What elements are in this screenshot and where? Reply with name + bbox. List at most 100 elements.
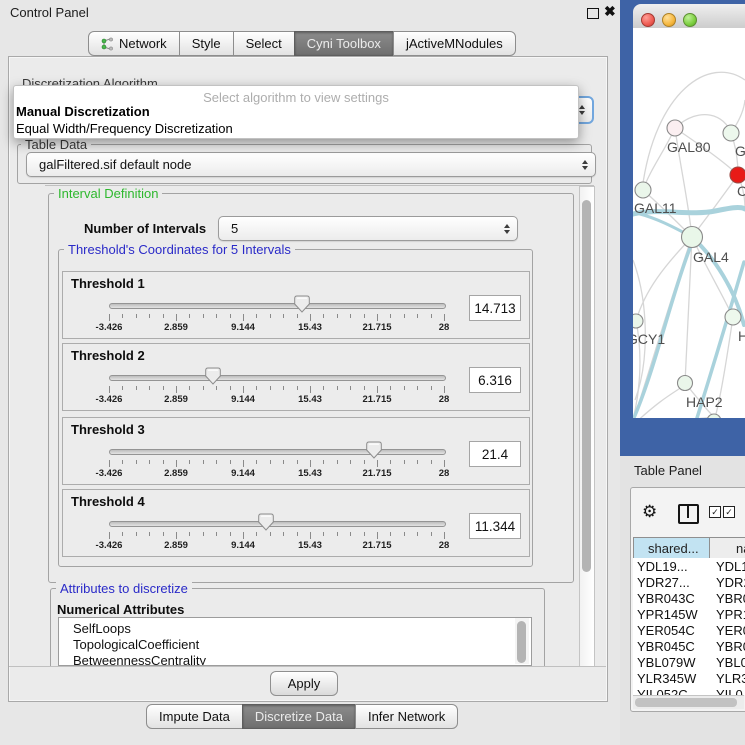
table-scrollbar-thumb[interactable] [635, 698, 737, 707]
table-row[interactable]: YDR27...YDR2 [633, 574, 745, 590]
tick-mark [417, 314, 418, 318]
slider-handle[interactable] [205, 367, 221, 385]
apply-button[interactable]: Apply [270, 671, 338, 696]
tick-mark [404, 460, 405, 464]
table-row[interactable]: YBL079WYBL0 [633, 654, 745, 670]
network-node[interactable] [725, 309, 741, 325]
split-columns-icon[interactable] [678, 504, 699, 524]
tick-mark [337, 532, 338, 536]
table-data-combobox[interactable]: galFiltered.sif default node [26, 152, 596, 177]
tab-jactivemnodules[interactable]: jActiveMNodules [393, 31, 516, 56]
tick-mark [122, 460, 123, 464]
algorithm-option-equal-width-frequency-discretization[interactable]: Equal Width/Frequency Discretization [16, 121, 233, 136]
gear-icon[interactable]: ⚙ [642, 502, 657, 522]
tick-mark [377, 386, 378, 393]
table-horizontal-scrollbar[interactable] [633, 695, 744, 709]
attribute-item-selfloops[interactable]: SelfLoops [73, 621, 131, 636]
tick-mark [364, 460, 365, 464]
attributes-list-scrollbar[interactable] [515, 618, 529, 664]
tick-label: -3.426 [96, 394, 123, 405]
table-row[interactable]: YBR043CYBR0 [633, 590, 745, 606]
settings-scrollbar[interactable] [579, 186, 595, 667]
numerical-attributes-list[interactable]: SelfLoopsTopologicalCoefficientBetweenne… [58, 617, 532, 666]
tab-infer-network[interactable]: Infer Network [355, 704, 458, 729]
algorithm-placeholder-option[interactable]: Select algorithm to view settings [14, 90, 578, 105]
tick-mark [297, 314, 298, 318]
network-node[interactable] [667, 120, 683, 136]
threshold-value-field[interactable]: 14.713 [469, 295, 521, 321]
tab-impute-data[interactable]: Impute Data [146, 704, 243, 729]
tab-cyni-toolbox[interactable]: Cyni Toolbox [294, 31, 394, 56]
algorithm-option-manual-discretization[interactable]: Manual Discretization [16, 104, 150, 119]
tick-mark [230, 314, 231, 318]
tick-mark [122, 386, 123, 390]
table-row[interactable]: YDL19...YDL1 [633, 558, 745, 574]
network-node[interactable] [730, 167, 745, 183]
column-header-2[interactable]: na [709, 537, 745, 559]
settings-scrollbar-thumb[interactable] [582, 200, 591, 572]
network-node[interactable] [678, 376, 693, 391]
tick-mark [431, 386, 432, 390]
attribute-item-betweennesscentrality[interactable]: BetweennessCentrality [73, 653, 206, 666]
table-row[interactable]: YBR045CYBR0 [633, 638, 745, 654]
slider-track[interactable] [109, 303, 446, 309]
application-window: Control Panel ✖ NetworkStyleSelectCyni T… [0, 0, 745, 745]
network-graph[interactable]: GAL80GACGAL11GAL4GCY1HHAP2 [633, 28, 745, 418]
slider-handle[interactable] [294, 295, 310, 313]
threshold-value-field[interactable]: 11.344 [469, 513, 521, 539]
network-node[interactable] [707, 414, 721, 418]
tab-select[interactable]: Select [233, 31, 295, 56]
tab-network[interactable]: Network [88, 31, 180, 56]
zoom-window-icon[interactable] [683, 13, 697, 27]
slider-handle[interactable] [258, 513, 274, 531]
tick-label: -3.426 [96, 468, 123, 479]
slider-handle[interactable] [366, 441, 382, 459]
tick-mark [431, 532, 432, 536]
tab-label: jActiveMNodules [406, 36, 503, 51]
tick-label: 28 [439, 394, 450, 405]
tick-mark [431, 314, 432, 318]
float-window-icon[interactable] [587, 8, 599, 19]
checkbox-icon[interactable]: ✓ [723, 506, 735, 518]
threshold-label: Threshold 4 [71, 494, 145, 509]
tab-style[interactable]: Style [179, 31, 234, 56]
tick-mark [256, 314, 257, 318]
cell-name: YBR0 [716, 639, 745, 654]
tick-mark [163, 386, 164, 390]
minimize-window-icon[interactable] [662, 13, 676, 27]
tick-label: 2.859 [164, 468, 188, 479]
number-of-intervals-combobox[interactable]: 5 [218, 216, 518, 241]
tick-mark [243, 460, 244, 467]
network-icon [101, 37, 114, 51]
network-node[interactable] [633, 314, 643, 328]
tab-discretize-data[interactable]: Discretize Data [242, 704, 356, 729]
tick-mark [243, 386, 244, 393]
threshold-value-field[interactable]: 6.316 [469, 367, 521, 393]
tick-mark [350, 460, 351, 464]
slider-track[interactable] [109, 521, 446, 527]
close-window-icon[interactable] [641, 13, 655, 27]
tick-label: 28 [439, 468, 450, 479]
table-row[interactable]: YIL052CYIL0 [633, 686, 745, 695]
slider-track[interactable] [109, 375, 446, 381]
network-node[interactable] [682, 227, 703, 248]
tick-label: 9.144 [231, 322, 255, 333]
tick-mark [444, 460, 445, 467]
network-node[interactable] [635, 182, 651, 198]
network-node[interactable] [723, 125, 739, 141]
tick-mark [283, 314, 284, 318]
tick-mark [404, 314, 405, 318]
tick-mark [337, 386, 338, 390]
attribute-item-topologicalcoefficient[interactable]: TopologicalCoefficient [73, 637, 199, 652]
tick-mark [163, 460, 164, 464]
close-panel-icon[interactable]: ✖ [604, 3, 616, 20]
attributes-list-scrollbar-thumb[interactable] [517, 621, 526, 663]
table-row[interactable]: YLR345WYLR3 [633, 670, 745, 686]
threshold-value-field[interactable]: 21.4 [469, 441, 521, 467]
table-row[interactable]: YER054CYER0 [633, 622, 745, 638]
table-row[interactable]: YPR145WYPR1 [633, 606, 745, 622]
tick-mark [377, 532, 378, 539]
checkbox-icon[interactable]: ✓ [709, 506, 721, 518]
network-window-titlebar[interactable] [633, 4, 745, 29]
slider-track[interactable] [109, 449, 446, 455]
